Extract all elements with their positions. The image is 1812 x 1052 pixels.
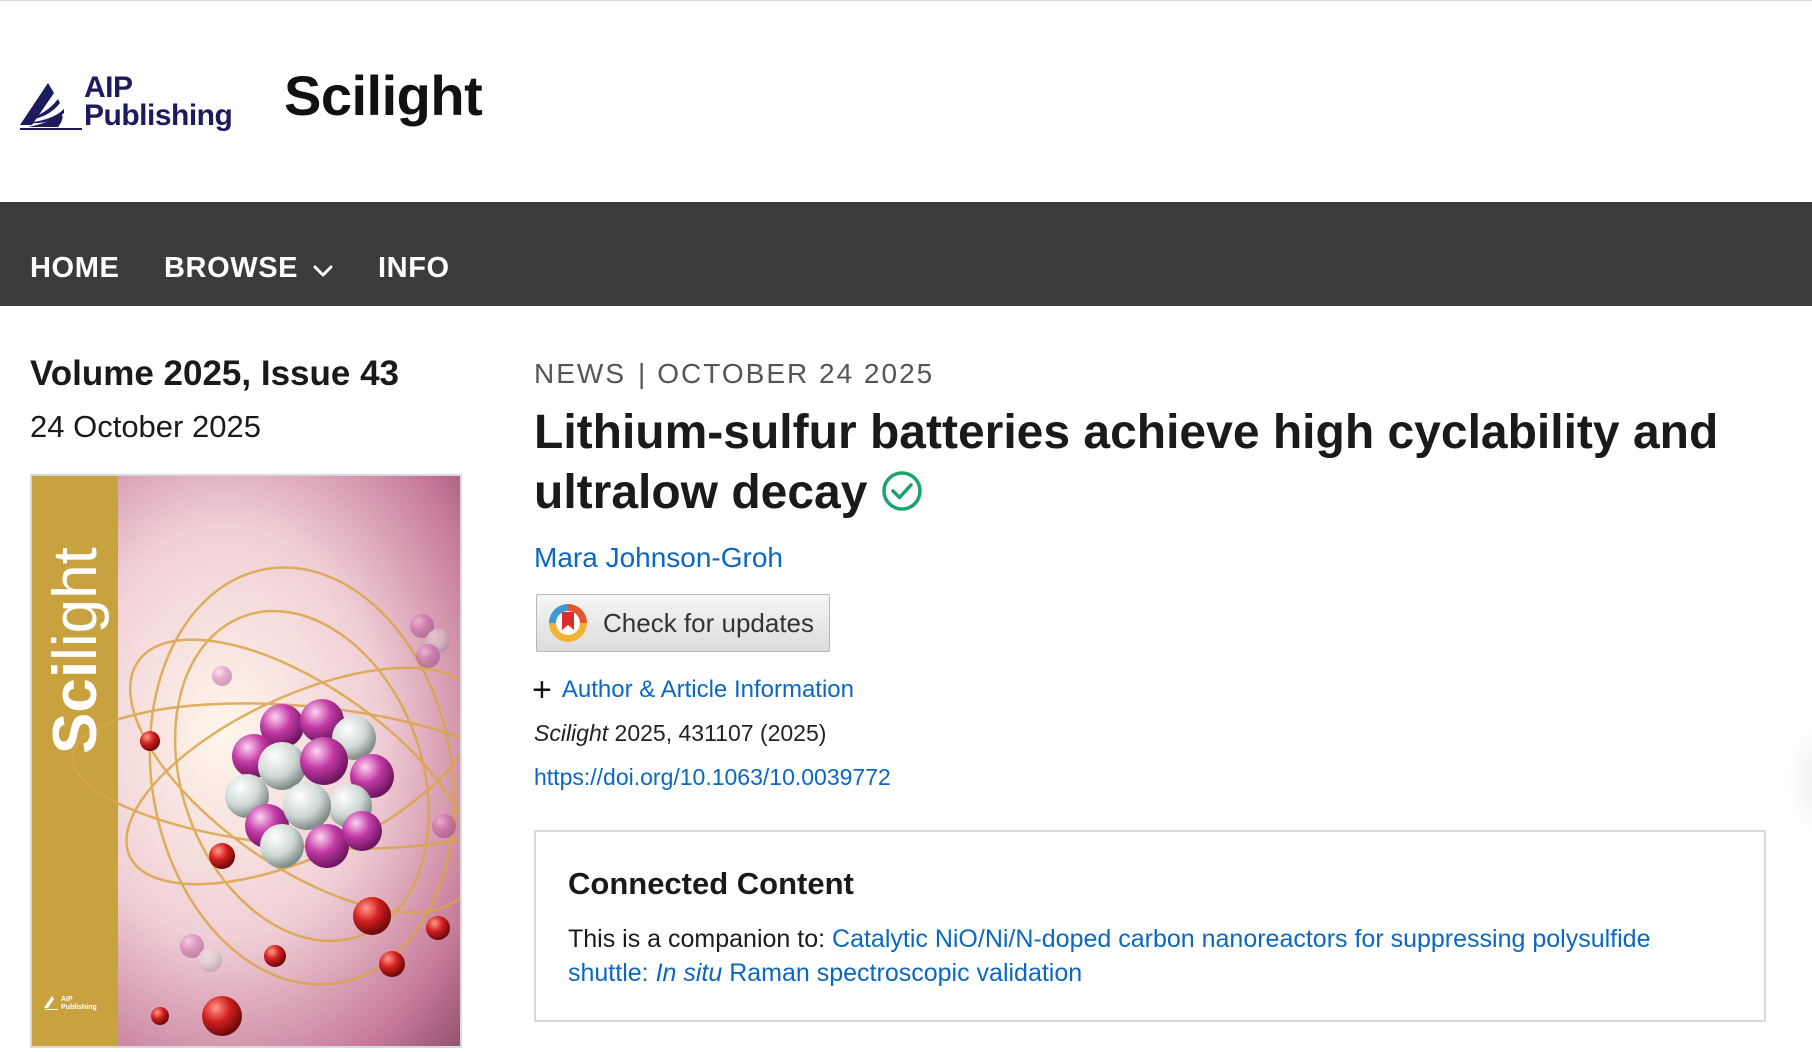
doi-link[interactable]: https://doi.org/10.1063/10.0039772 bbox=[534, 764, 891, 791]
aip-logo-icon bbox=[20, 83, 82, 130]
citation: Scilight 2025, 431107 (2025) bbox=[534, 720, 826, 747]
connected-content-box: Connected Content This is a companion to… bbox=[534, 830, 1766, 1022]
nav-browse-label: BROWSE bbox=[164, 252, 299, 284]
svg-text:Publishing: Publishing bbox=[61, 1004, 97, 1011]
article-date: OCTOBER 24 2025 bbox=[657, 358, 935, 389]
citation-details: 2025, 431107 (2025) bbox=[608, 720, 827, 746]
issue-date: 24 October 2025 bbox=[30, 409, 261, 444]
citation-journal: Scilight bbox=[534, 720, 609, 746]
site-title[interactable]: Scilight bbox=[284, 63, 483, 128]
author-link[interactable]: Mara Johnson-Groh bbox=[534, 542, 783, 574]
author-article-info-label: Author & Article Information bbox=[561, 676, 854, 703]
nav-browse[interactable]: BROWSE bbox=[164, 252, 334, 285]
article-meta: NEWS | OCTOBER 24 2025 bbox=[534, 358, 934, 390]
author-article-info-toggle[interactable]: + Author & Article Information bbox=[532, 671, 854, 709]
verified-check-icon bbox=[882, 471, 923, 511]
scroll-edge-shadow bbox=[1786, 720, 1812, 840]
main-nav: HOME BROWSE INFO bbox=[0, 202, 1812, 306]
article-title: Lithium-sulfur batteries achieve high cy… bbox=[534, 403, 1774, 523]
connected-content-heading: Connected Content bbox=[568, 866, 854, 901]
article-category: NEWS bbox=[534, 358, 626, 389]
connected-content-body: This is a companion to: Catalytic NiO/Ni… bbox=[568, 922, 1738, 990]
check-for-updates-button[interactable]: Check for updates bbox=[536, 594, 830, 652]
svg-text:AIP: AIP bbox=[61, 996, 73, 1003]
companion-link-italic: In situ bbox=[655, 959, 723, 987]
nav-info[interactable]: INFO bbox=[378, 252, 450, 285]
crossmark-icon bbox=[549, 604, 587, 642]
cover-title-text: Scilight bbox=[41, 547, 110, 754]
aip-logo-line1: AIP bbox=[84, 71, 133, 104]
article-title-text: Lithium-sulfur batteries achieve high cy… bbox=[534, 406, 1719, 519]
aip-publishing-logo[interactable]: AIP Publishing bbox=[18, 71, 238, 135]
issue-title[interactable]: Volume 2025, Issue 43 bbox=[30, 354, 399, 394]
check-for-updates-label: Check for updates bbox=[603, 607, 815, 638]
nav-home[interactable]: HOME bbox=[30, 252, 119, 285]
plus-icon: + bbox=[532, 671, 552, 709]
meta-separator: | bbox=[638, 358, 648, 389]
aip-logo-line2: Publishing bbox=[84, 99, 233, 132]
companion-link-part2: Raman spectroscopic validation bbox=[722, 959, 1083, 987]
chevron-down-icon bbox=[313, 265, 333, 276]
connected-content-intro: This is a companion to: bbox=[568, 925, 833, 953]
cover-illustration: Scilight AIP Publishing bbox=[32, 476, 460, 1046]
site-header: AIP Publishing Scilight bbox=[0, 1, 1812, 202]
issue-cover-image[interactable]: Scilight AIP Publishing bbox=[30, 474, 462, 1048]
aip-logo-text: AIP Publishing bbox=[84, 71, 233, 132]
